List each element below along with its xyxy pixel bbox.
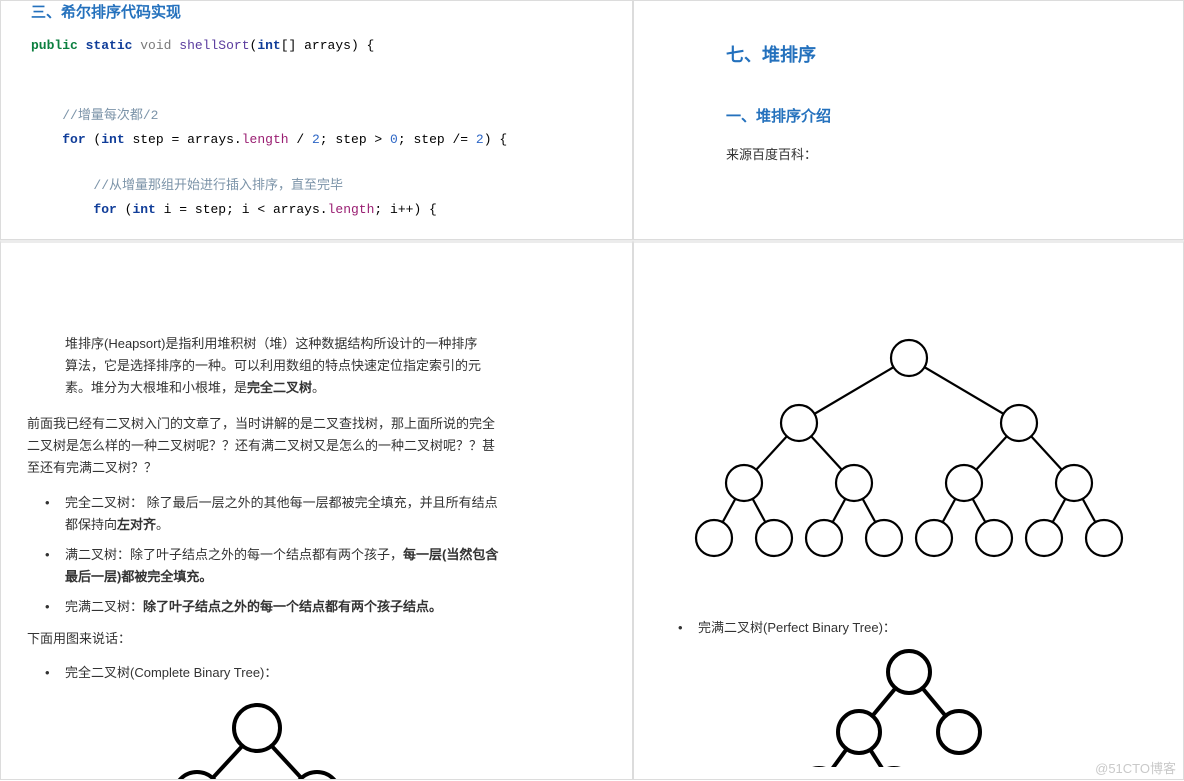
kw-int: int: [257, 38, 280, 53]
code-comment-2: //从增量那组开始进行插入排序，直至完毕: [93, 178, 343, 193]
tree-type-list: 完全二叉树： 除了最后一层之外的其他每一层都被完全填充，并且所有结点 都保持向左…: [35, 488, 606, 622]
num-2: 2: [312, 132, 320, 147]
kw-static: static: [86, 38, 133, 53]
para-below-figs: 下面用图来说话：: [27, 628, 606, 650]
complete-binary-tree-icon: [107, 700, 407, 780]
len-1: length: [242, 132, 289, 147]
list-item-full: 满二叉树：除了叶子结点之外的每一个结点都有两个孩子，每一层(当然包含 最后一层)…: [35, 540, 606, 592]
brace-2: ) {: [413, 202, 436, 217]
arr-1: arrays: [187, 132, 234, 147]
heading-heapsort-intro: 一、堆排序介绍: [726, 105, 1153, 126]
quote-line-2: 算法，它是选择排序的一种。可以利用数组的特点快速定位指定索引的元: [65, 355, 606, 377]
figure-list-1: 完全二叉树(Complete Binary Tree)：: [35, 658, 606, 688]
code-comment-1: //增量每次都/2: [62, 108, 158, 123]
code-block: public static void shellSort(int[] array…: [31, 34, 602, 221]
full-binary-tree-icon: [679, 333, 1139, 563]
fig-caption-perfect: 完满二叉树(Perfect Binary Tree)：: [668, 613, 1157, 643]
quote-line-1: 堆排序(Heapsort)是指利用堆积树（堆）这种数据结构所设计的一种排序: [65, 333, 606, 355]
kw-public: public: [31, 38, 78, 53]
page-top-right: 七、堆排序 一、堆排序介绍 来源百度百科：: [633, 0, 1184, 240]
kw-void: void: [140, 38, 171, 53]
brace-open: {: [367, 38, 375, 53]
section-heading-shell: 三、希尔排序代码实现: [31, 1, 602, 22]
ipp: i++: [390, 202, 413, 217]
para-intro: 前面我已经有二叉树入门的文章了，当时讲解的是二叉查找树，那上面所说的完全 二叉树…: [27, 413, 606, 479]
var-i: i: [164, 202, 172, 217]
len-2: length: [328, 202, 375, 217]
num-0: 0: [390, 132, 398, 147]
heading-heapsort: 七、堆排序: [726, 41, 1153, 67]
list-item-complete: 完全二叉树： 除了最后一层之外的其他每一层都被完全填充，并且所有结点 都保持向左…: [35, 488, 606, 540]
quote-line-3: 素。堆分为大根堆和小根堆，是完全二叉树。: [65, 377, 606, 399]
text-source-baidu: 来源百度百科：: [726, 144, 1153, 163]
blockquote-heapsort-def: 堆排序(Heapsort)是指利用堆积树（堆）这种数据结构所设计的一种排序 算法…: [27, 333, 606, 413]
kw-for-2: for: [93, 202, 116, 217]
fig-caption-complete: 完全二叉树(Complete Binary Tree)：: [35, 658, 606, 688]
page-bottom-right: 完满二叉树(Perfect Binary Tree)：: [633, 240, 1184, 780]
figure-list-2: 完满二叉树(Perfect Binary Tree)：: [668, 613, 1157, 643]
kw-for-1: for: [62, 132, 85, 147]
kw-int-1: int: [101, 132, 124, 147]
fn-name: shellSort: [179, 38, 249, 53]
perfect-binary-tree-icon: [779, 647, 1039, 767]
arr-2: arrays: [273, 202, 320, 217]
list-item-perfect: 完满二叉树：除了叶子结点之外的每一个结点都有两个孩子结点。: [35, 592, 606, 622]
kw-int-2: int: [132, 202, 155, 217]
brace-1: ) {: [484, 132, 507, 147]
num-2b: 2: [476, 132, 484, 147]
page-bottom-left: 堆排序(Heapsort)是指利用堆积树（堆）这种数据结构所设计的一种排序 算法…: [0, 240, 633, 780]
var-step: step: [132, 132, 163, 147]
page-top-left: 三、希尔排序代码实现 public static void shellSort(…: [0, 0, 633, 240]
step-2: step: [195, 202, 226, 217]
param: arrays: [304, 38, 351, 53]
